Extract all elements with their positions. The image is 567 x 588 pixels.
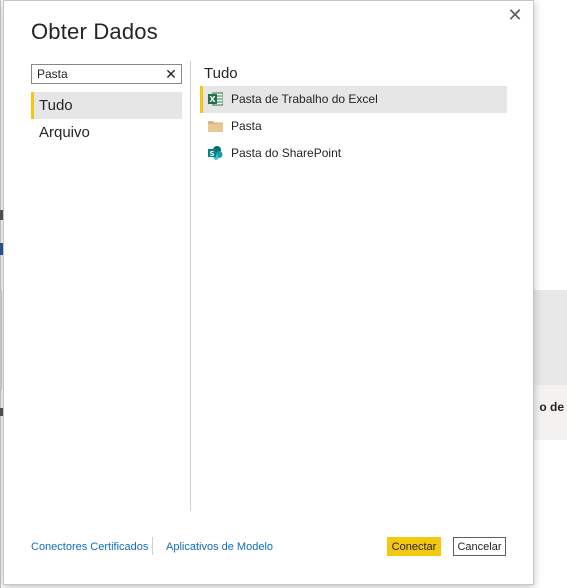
sharepoint-icon: S [208, 146, 223, 160]
connector-label: Pasta [231, 119, 262, 133]
svg-text:S: S [209, 150, 214, 158]
results-section-title: Tudo [204, 65, 238, 82]
connector-label: Pasta de Trabalho do Excel [231, 92, 378, 106]
search-box: ✕ [31, 64, 182, 84]
close-icon[interactable]: ✕ [507, 6, 523, 24]
panel-divider [190, 61, 191, 511]
excel-icon: X [208, 92, 223, 106]
connector-list: X Pasta de Trabalho do Excel Pasta S Pas… [200, 86, 507, 167]
footer-divider [152, 537, 153, 555]
clear-icon[interactable]: ✕ [164, 65, 178, 83]
category-list: Tudo Arquivo [31, 92, 182, 146]
folder-icon [208, 121, 223, 132]
connector-item-sharepoint[interactable]: S Pasta do SharePoint [200, 140, 507, 167]
certified-connectors-link[interactable]: Conectores Certificados [31, 541, 148, 553]
category-item-tudo[interactable]: Tudo [31, 92, 182, 119]
connector-item-folder[interactable]: Pasta [200, 113, 507, 140]
search-input[interactable] [32, 65, 157, 83]
get-data-dialog: ✕ Obter Dados ✕ Tudo Arquivo Tudo X Past… [3, 0, 534, 585]
background-fragment [0, 290, 2, 390]
category-item-arquivo[interactable]: Arquivo [31, 119, 182, 146]
template-apps-link[interactable]: Aplicativos de Modelo [166, 541, 273, 553]
connector-item-excel[interactable]: X Pasta de Trabalho do Excel [200, 86, 507, 113]
svg-text:X: X [209, 95, 216, 104]
connect-button[interactable]: Conectar [387, 537, 441, 556]
connector-label: Pasta do SharePoint [231, 146, 342, 160]
cancel-button[interactable]: Cancelar [453, 537, 506, 556]
dialog-title: Obter Dados [31, 19, 158, 44]
background-card-image [532, 290, 567, 385]
